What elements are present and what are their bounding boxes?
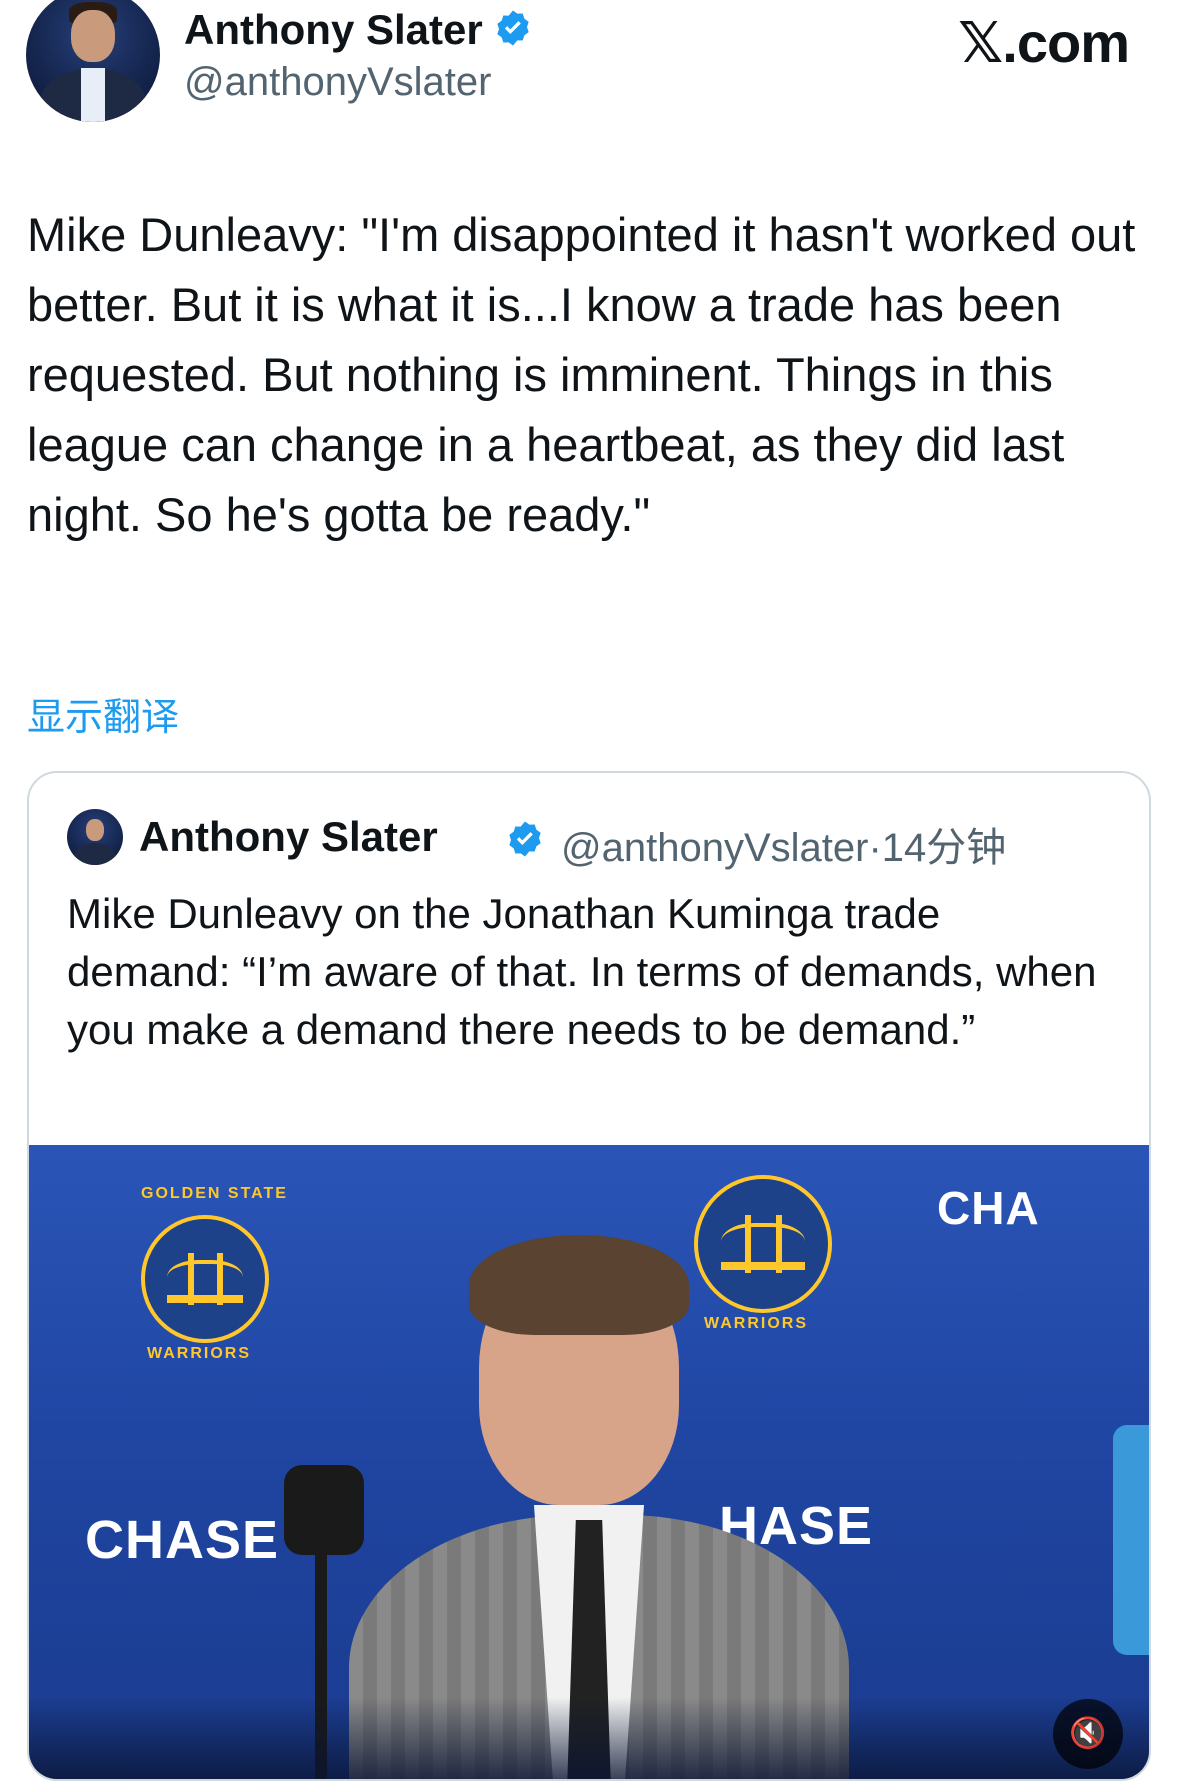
verified-badge-icon: [497, 10, 529, 46]
logo-text-top: GOLDEN STATE: [141, 1185, 288, 1202]
meta-separator: ·: [868, 826, 882, 870]
tweet-header: Anthony Slater @anthonyVslater 𝕏.com: [0, 0, 1179, 140]
author-avatar[interactable]: [26, 0, 160, 122]
author-handle[interactable]: @anthonyVslater: [184, 60, 491, 105]
quoted-author-avatar[interactable]: [67, 809, 123, 865]
quoted-meta: @anthonyVslater·14分钟: [561, 815, 1006, 873]
x-logo: 𝕏.com: [958, 11, 1130, 74]
author-name[interactable]: Anthony Slater: [184, 6, 533, 54]
quoted-tweet-text: Mike Dunleavy on the Jonathan Kuminga tr…: [67, 890, 1097, 1053]
mute-icon[interactable]: 🔇: [1053, 1699, 1123, 1769]
tweet-text: Mike Dunleavy: "I'm disappointed it hasn…: [27, 208, 1136, 541]
quoted-timestamp[interactable]: 14分钟: [882, 826, 1007, 870]
quoted-author-handle[interactable]: @anthonyVslater: [561, 826, 868, 870]
video-control-bar: [29, 1697, 1149, 1779]
author-name-text[interactable]: Anthony Slater: [184, 6, 483, 53]
show-translation-link[interactable]: 显示翻译: [27, 686, 179, 741]
sponsor-text-top-right: CHA: [937, 1182, 1040, 1234]
microphone-icon: [284, 1465, 364, 1555]
bottle: [1113, 1425, 1149, 1655]
sponsor-text-left: CHASE: [85, 1510, 280, 1570]
warriors-logo: [141, 1215, 269, 1343]
quoted-author-name[interactable]: Anthony Slater: [139, 813, 438, 861]
logo-text-bottom: WARRIORS: [147, 1345, 251, 1362]
quoted-tweet-card[interactable]: Anthony Slater @anthonyVslater·14分钟 Mike…: [27, 771, 1151, 1781]
video-player[interactable]: GOLDEN STATE WARRIORS WARRIORS CHA CHASE…: [29, 1145, 1149, 1779]
verified-badge-icon: [509, 821, 541, 857]
